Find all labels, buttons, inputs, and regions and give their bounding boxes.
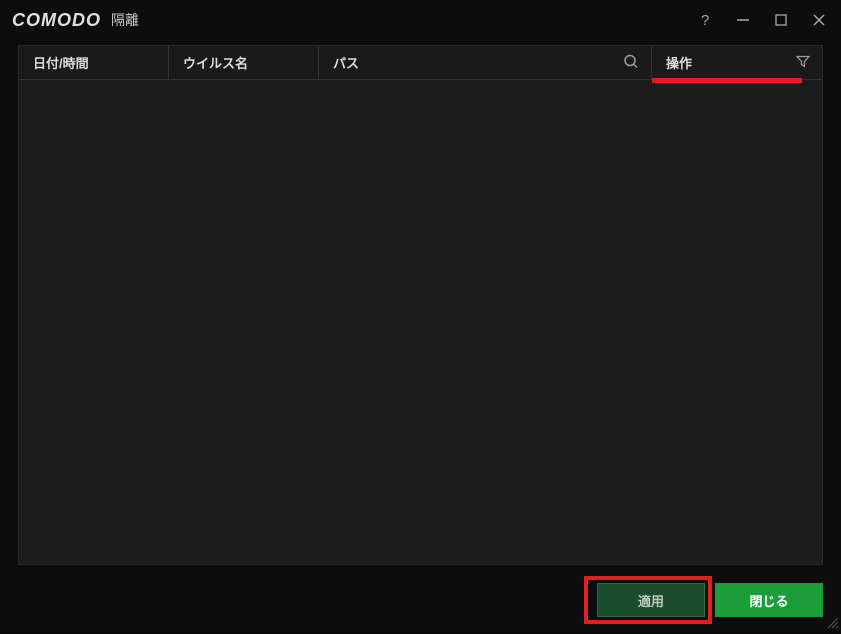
titlebar: COMODO 隔離 ? xyxy=(0,0,841,40)
column-label: 操作 xyxy=(666,53,692,72)
resize-grip-icon[interactable] xyxy=(825,615,839,629)
footer-buttons: 適用 閉じる xyxy=(597,583,823,617)
window-title: 隔離 xyxy=(111,10,139,30)
window: COMODO 隔離 ? 日付/時間 ウイルス名 xyxy=(0,0,841,631)
close-icon[interactable] xyxy=(809,10,829,30)
help-icon[interactable]: ? xyxy=(695,10,715,30)
table-header-row: 日付/時間 ウイルス名 パス 操作 xyxy=(19,46,822,80)
column-label: ウイルス名 xyxy=(183,53,248,72)
table-body-empty xyxy=(19,80,822,564)
search-icon[interactable] xyxy=(623,53,639,72)
column-header-action[interactable]: 操作 xyxy=(652,46,822,79)
column-label: 日付/時間 xyxy=(33,53,89,72)
column-header-datetime[interactable]: 日付/時間 xyxy=(19,46,169,79)
annotation-underline xyxy=(652,78,802,83)
button-label: 閉じる xyxy=(749,591,788,610)
window-controls: ? xyxy=(695,10,829,30)
app-logo: COMODO xyxy=(12,10,101,31)
apply-button[interactable]: 適用 xyxy=(597,583,705,617)
button-label: 適用 xyxy=(638,591,664,610)
column-header-path[interactable]: パス xyxy=(319,46,652,79)
close-button[interactable]: 閉じる xyxy=(715,583,823,617)
column-header-virus-name[interactable]: ウイルス名 xyxy=(169,46,319,79)
maximize-icon[interactable] xyxy=(771,10,791,30)
filter-icon[interactable] xyxy=(796,54,810,71)
svg-text:?: ? xyxy=(701,12,709,28)
column-label: パス xyxy=(333,53,359,72)
minimize-icon[interactable] xyxy=(733,10,753,30)
quarantine-table: 日付/時間 ウイルス名 パス 操作 xyxy=(18,45,823,565)
